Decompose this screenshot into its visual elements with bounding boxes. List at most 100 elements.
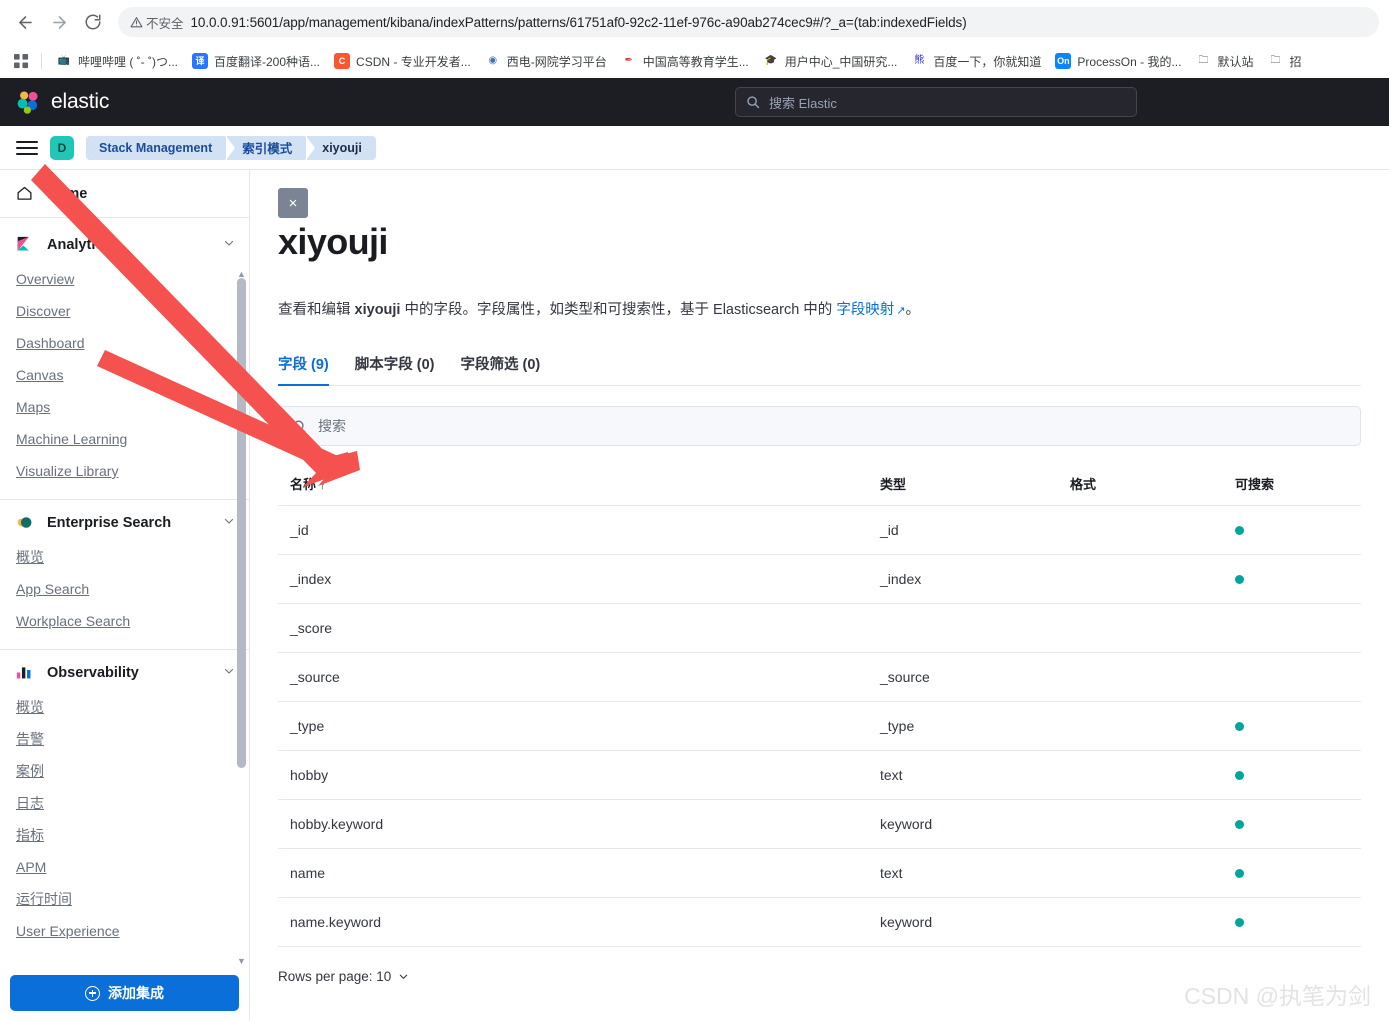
field-search-placeholder: 搜索: [318, 418, 346, 434]
sidebar-item-label: 概览: [16, 699, 44, 715]
sidebar-scroll-area: Analytics Overview Discover Dashboard Canvas…: [0, 218, 249, 967]
desc-index-name: xiyouji: [354, 302, 401, 318]
bookmark-item[interactable]: C CSDN - 专业开发者...: [327, 50, 478, 73]
sidebar-item-home[interactable]: Home: [0, 170, 249, 218]
bookmark-item[interactable]: ✒ 中国高等教育学生...: [614, 50, 756, 73]
column-header-name[interactable]: 名称 ↑: [278, 464, 868, 506]
field-mapping-link[interactable]: 字段映射 ↗: [836, 302, 905, 318]
csdn-icon: C: [334, 53, 351, 69]
bookmark-item[interactable]: On ProcessOn - 我的...: [1048, 50, 1188, 73]
sidebar-item-指标[interactable]: 指标: [0, 819, 249, 851]
sidebar-item-概览[interactable]: 概览: [0, 691, 249, 723]
sidebar-divider: [0, 649, 249, 650]
not-secure-indicator[interactable]: 不安全: [130, 13, 184, 32]
bookmark-item[interactable]: 🗀 默认站: [1188, 50, 1260, 73]
bookmark-item[interactable]: 译百度翻译-200种语...: [185, 50, 327, 73]
bookmark-item[interactable]: 熊百度一下，你就知道: [904, 50, 1048, 73]
chevron-down-icon[interactable]: [223, 665, 235, 681]
sidebar-item-machine-learning[interactable]: Machine Learning: [0, 423, 249, 455]
sidebar-item-告警[interactable]: 告警: [0, 723, 249, 755]
external-link-icon: ↗: [896, 305, 906, 317]
tab-label: 脚本字段 (0): [354, 357, 435, 373]
sidebar-item-日志[interactable]: 日志: [0, 787, 249, 819]
menu-toggle-icon[interactable]: [16, 140, 38, 155]
column-header-format[interactable]: 格式: [1058, 464, 1223, 506]
scroll-down-arrow[interactable]: ▼: [237, 957, 246, 966]
sidebar-item-canvas[interactable]: Canvas: [0, 359, 249, 391]
sidebar-item-apm[interactable]: APM: [0, 851, 249, 883]
breadcrumb-bar: D Stack Management 索引模式 xiyouji: [0, 126, 1389, 170]
table-row: hobby.keyword keyword: [278, 799, 1361, 849]
browser-chrome: 不安全 10.0.0.91:5601/app/management/kibana…: [0, 0, 1389, 78]
address-bar[interactable]: 不安全 10.0.0.91:5601/app/management/kibana…: [118, 7, 1379, 37]
sidebar-item-案例[interactable]: 案例: [0, 755, 249, 787]
cell-field-name: name.keyword: [278, 897, 868, 947]
searchable-dot-icon: [1235, 771, 1244, 780]
sidebar-item-workplace-search[interactable]: Workplace Search: [0, 605, 249, 637]
tab-other[interactable]: 脚本字段 (0): [355, 353, 435, 385]
baidu-icon: 熊: [914, 55, 925, 66]
cell-field-name: _id: [278, 505, 868, 555]
cell-field-type: _type: [868, 701, 1058, 751]
sidebar-group-header-enterprise-search[interactable]: Enterprise Search: [0, 504, 249, 541]
sidebar-item-overview[interactable]: Overview: [0, 263, 249, 295]
cell-field-searchable: [1223, 505, 1361, 555]
sidebar-group: Observability 概览告警 案例 日志指标 APM 运行时间 User Exper…: [0, 654, 249, 951]
apps-grid-icon[interactable]: [8, 48, 34, 74]
chevron-down-icon[interactable]: [223, 515, 235, 531]
reload-icon[interactable]: [78, 7, 108, 37]
column-header-type[interactable]: 类型: [868, 464, 1058, 506]
sidebar-item-discover[interactable]: Discover: [0, 295, 249, 327]
sidebar-scroll-thumb[interactable]: [237, 278, 246, 768]
table-header-row: 名称 ↑ 类型 格式 可搜索: [278, 464, 1361, 506]
cell-field-type: text: [868, 848, 1058, 898]
rows-per-page-selector[interactable]: Rows per page: 10: [278, 969, 409, 984]
sidebar-group-header-analytics[interactable]: Analytics: [0, 226, 249, 263]
chevron-down-icon: [400, 974, 408, 979]
sidebar-item-visualize-library[interactable]: Visualize Library: [0, 455, 249, 487]
back-icon[interactable]: [10, 7, 40, 37]
add-integration-button[interactable]: 添加集成: [10, 975, 239, 1011]
sidebar-item-运行时间[interactable]: 运行时间: [0, 883, 249, 915]
bookmark-item[interactable]: ◉ 西电-网院学习平台: [478, 50, 614, 73]
bilibili-icon: 📺: [57, 55, 71, 66]
avatar[interactable]: D: [50, 135, 74, 160]
global-search-input[interactable]: 搜索 Elastic: [735, 87, 1137, 117]
table-row: _source _source: [278, 652, 1361, 702]
cell-field-name: _type: [278, 701, 868, 751]
sidebar-item-app-search[interactable]: App Search: [0, 573, 249, 605]
breadcrumb-item[interactable]: xiyouji: [306, 135, 376, 160]
sidebar-item-dashboard[interactable]: Dashboard: [0, 327, 249, 359]
bookmark-item[interactable]: 🎓 用户中心_中国研究...: [756, 50, 905, 73]
bookmark-item[interactable]: 🗀 招: [1260, 50, 1308, 73]
cell-field-searchable: [1223, 554, 1361, 604]
column-header-searchable[interactable]: 可搜索: [1223, 464, 1361, 506]
sidebar-item-label: Visualize Library: [16, 463, 119, 479]
bookmark-label: 百度翻译-200种语...: [214, 54, 321, 69]
tab-other[interactable]: 字段筛选 (0): [461, 353, 541, 385]
sidebar-item-maps[interactable]: Maps: [0, 391, 249, 423]
tab-fields[interactable]: 字段 (9): [278, 353, 329, 386]
sidebar-divider: [0, 499, 249, 500]
sidebar-group-header-observability[interactable]: Observability: [0, 654, 249, 691]
chsi-icon: ✒: [624, 55, 633, 66]
chevron-down-icon[interactable]: [223, 237, 235, 253]
breadcrumb-label: Stack Management: [99, 140, 213, 155]
sidebar-item-user-experience[interactable]: User Experience: [0, 915, 249, 947]
sidebar-item-label: 指标: [16, 827, 44, 843]
forward-icon[interactable]: [44, 7, 74, 37]
breadcrumb-item[interactable]: 索引模式: [226, 135, 315, 160]
breadcrumb-item[interactable]: Stack Management: [86, 135, 235, 160]
bookmark-label: 哔哩哔哩 ( ˚- ˚)つ...: [78, 54, 178, 69]
sidebar-item-概览[interactable]: 概览: [0, 541, 249, 573]
elastic-brand[interactable]: elastic: [16, 89, 109, 115]
close-icon[interactable]: ×: [278, 188, 308, 218]
fields-table-body: _id _id _index _index _score _source _source _t…: [278, 505, 1361, 947]
cell-field-format: [1058, 652, 1223, 702]
cell-field-format: [1058, 505, 1223, 555]
field-search-input[interactable]: 搜索: [278, 406, 1361, 446]
cell-field-name: hobby.keyword: [278, 799, 868, 849]
cell-field-searchable: [1223, 652, 1361, 702]
scroll-up-arrow[interactable]: ▲: [237, 270, 246, 279]
bookmark-item[interactable]: 📺 哔哩哔哩 ( ˚- ˚)つ...: [49, 50, 185, 73]
